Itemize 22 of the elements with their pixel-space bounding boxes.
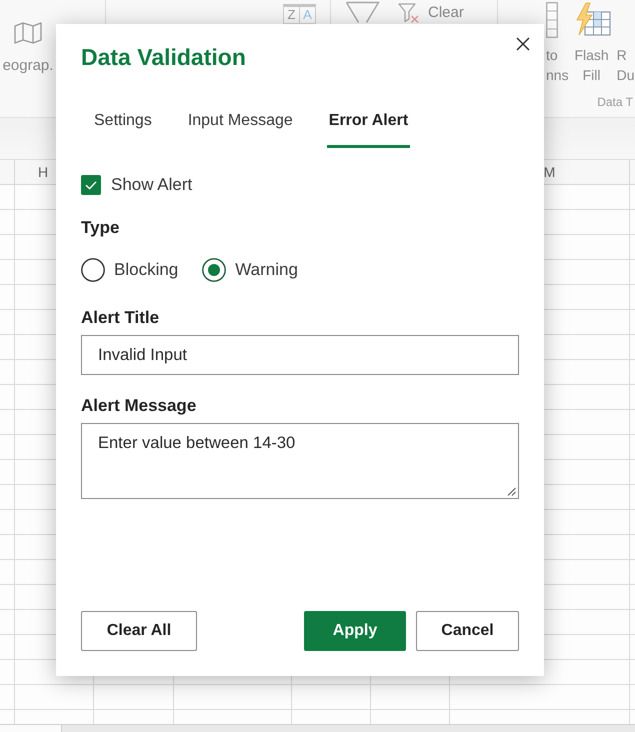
close-icon [516,37,530,51]
field-label: Alert Title [81,307,160,329]
clear-all-button[interactable]: Clear All [81,611,197,651]
apply-button[interactable]: Apply [304,611,406,651]
resize-grip-icon[interactable] [507,487,516,496]
dialog-title: Data Validation [81,43,246,72]
tab[interactable]: Settings [92,110,154,148]
radio-option[interactable]: Blocking [81,258,178,282]
show-alert-checkbox[interactable]: Show Alert [81,175,192,195]
alert-message-field[interactable]: Enter value between 14-30 [81,423,519,499]
column-header: H [38,164,48,180]
field-label: Alert Message [81,395,196,417]
cancel-button[interactable]: Cancel [416,611,519,651]
tab[interactable]: Error Alert [326,110,410,148]
funnel-x-icon [398,3,420,23]
tab[interactable]: Input Message [186,110,295,148]
column-header: M [544,164,556,180]
group-label: Data T [597,94,633,110]
alert-title-field[interactable]: Invalid Input [81,335,519,375]
field-label: Type [81,217,120,239]
map-icon [14,22,42,44]
radio-option[interactable]: Warning [202,258,298,282]
